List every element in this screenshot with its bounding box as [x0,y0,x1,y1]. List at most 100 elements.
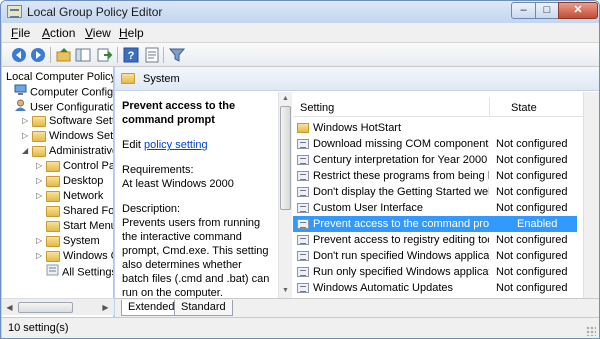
help-icon[interactable]: ? [122,46,140,64]
tree-item-local-computer-policy[interactable]: Local Computer Policy [6,70,114,85]
tree-item-label: Start Menu [63,220,114,232]
up-folder-icon[interactable] [55,46,73,64]
folder-icon [46,175,60,187]
tree-item-label: Network [63,190,104,202]
list-item[interactable]: Run only specified Windows applications … [293,264,577,280]
list-item[interactable]: Don't run specified Windows applications… [293,248,577,264]
menu-file[interactable]: File [11,26,30,40]
resize-grip-icon[interactable] [586,326,596,336]
list-item-selected[interactable]: Prevent access to the command prompt Ena… [293,216,577,232]
status-bar: 10 setting(s) [2,317,599,338]
all-settings-icon [46,264,59,281]
tab-standard[interactable]: Standard [174,300,233,316]
tree-item-label: Local Computer Policy [6,71,114,83]
setting-name: Restrict these programs from being laun.… [313,170,489,182]
expand-arrow[interactable]: ▷ [22,117,31,126]
setting-state: Not configured [496,250,568,262]
tree-item-software-settings[interactable]: Software Setting [32,114,113,129]
folder-icon [46,205,60,217]
tree-item-windows-settings[interactable]: Windows Setting [32,129,114,144]
policy-setting-link[interactable]: policy setting [144,139,208,151]
maximize-button[interactable]: □ [535,2,559,19]
tree-item-network[interactable]: Network [46,189,103,204]
scroll-left-arrow-icon[interactable]: ◀ [3,301,16,314]
filter-icon[interactable] [168,46,186,64]
scroll-thumb[interactable] [280,106,291,210]
scroll-thumb[interactable] [18,302,73,313]
description-text: Prevents users from running the interact… [122,217,270,298]
minimize-button[interactable]: – [511,2,536,19]
list-item[interactable]: Restrict these programs from being laun.… [293,168,577,184]
tab-extended[interactable]: Extended [121,300,182,316]
list-item[interactable]: Windows HotStart [293,120,577,136]
setting-state: Not configured [496,170,568,182]
title-bar[interactable]: Local Group Policy Editor – □ ✕ [1,1,599,23]
folder-icon [121,73,135,84]
setting-state: Not configured [496,282,568,294]
menu-bar: File Action View Help [2,23,599,43]
list-item[interactable]: Century interpretation for Year 2000 Not… [293,152,577,168]
folder-icon [46,235,60,247]
view-tabs: Extended Standard [115,298,599,317]
tree-item-label: Shared Fold [63,205,114,217]
policy-icon [297,171,309,181]
menu-view-label: View [85,26,111,40]
scroll-right-arrow-icon[interactable]: ▶ [99,301,112,314]
tree-item-label: Software Setting [49,115,113,127]
app-icon [7,5,22,18]
tree-item-start-menu[interactable]: Start Menu [46,219,114,234]
column-header-setting[interactable]: Setting [300,102,334,114]
tree-item-label: Control Pan [63,160,113,172]
list-item[interactable]: Custom User Interface Not configured [293,200,577,216]
expand-arrow[interactable]: ▷ [36,192,45,201]
expand-arrow[interactable]: ▷ [36,162,45,171]
column-header-state[interactable]: State [511,102,537,114]
collapse-arrow[interactable]: ◢ [22,147,31,156]
edit-prefix: Edit [122,139,141,151]
menu-help[interactable]: Help [119,26,144,40]
tree-item-computer-configuration[interactable]: Computer Configu [14,84,113,99]
description-label: Description: [122,203,181,215]
tree-item-all-settings[interactable]: All Settings [46,264,113,281]
scroll-down-arrow-icon[interactable]: ▼ [279,284,292,297]
properties-icon[interactable] [143,46,161,64]
export-list-icon[interactable] [95,46,113,64]
menu-action[interactable]: Action [42,26,75,40]
back-icon[interactable] [10,46,28,64]
expand-arrow[interactable]: ▷ [36,252,45,261]
tree-item-shared-folders[interactable]: Shared Fold [46,204,114,219]
policy-icon [297,203,309,213]
expand-arrow[interactable]: ▷ [36,177,45,186]
tree-item-system[interactable]: System [46,234,100,249]
tree-item-desktop[interactable]: Desktop [46,174,103,189]
policy-icon [297,283,309,293]
menu-view[interactable]: View [85,26,111,40]
tree-item-control-panel[interactable]: Control Pan [46,159,113,174]
menu-file-label: File [11,26,31,40]
list-item[interactable]: Prevent access to registry editing tools… [293,232,577,248]
tree-horizontal-scrollbar[interactable]: ◀ ▶ [2,298,114,315]
setting-state: Not configured [496,138,568,150]
close-button[interactable]: ✕ [558,2,598,19]
tree-item-administrative-templates[interactable]: Administrative [32,144,113,159]
column-divider[interactable] [489,98,490,116]
extended-description: Prevent access to the command prompt Edi… [115,92,277,298]
expand-arrow[interactable]: ▷ [36,237,45,246]
folder-icon [32,130,46,142]
list-item[interactable]: Download missing COM components Not conf… [293,136,577,152]
description-vertical-scrollbar[interactable]: ▲ ▼ [278,92,292,298]
tree-item-label: Windows Co [63,250,113,262]
tree-item-windows-components[interactable]: Windows Co [46,249,113,264]
list-item[interactable]: Don't display the Getting Started welco.… [293,184,577,200]
tree-item-user-configuration[interactable]: User Configuration [14,99,113,114]
scroll-up-arrow-icon[interactable]: ▲ [279,92,292,105]
tree-item-label: Windows Setting [49,130,114,142]
toolbar-separator [117,47,118,63]
policy-icon [297,155,309,165]
list-vertical-scrollbar[interactable] [583,92,599,298]
forward-icon[interactable] [29,46,47,64]
expand-arrow[interactable]: ▷ [22,132,31,141]
list-item[interactable]: Windows Automatic Updates Not configured [293,280,577,296]
show-hide-tree-icon[interactable] [74,46,92,64]
folder-icon [46,250,60,262]
